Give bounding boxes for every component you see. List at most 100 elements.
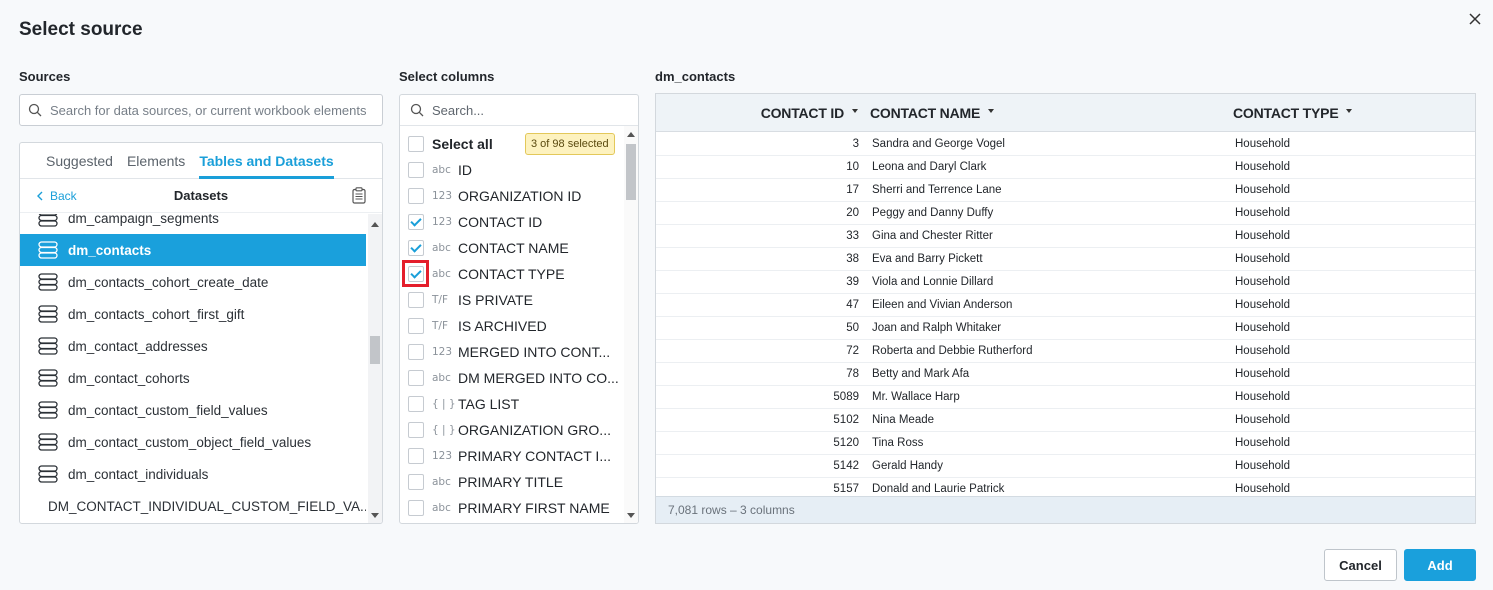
column-row[interactable]: abc DM MERGED INTO CO... [400,365,619,391]
contact-type-cell: Household [1235,391,1290,403]
highlight-box [402,260,429,287]
table-row: 78 Betty and Mark Afa Household [656,363,1475,386]
contact-name-cell: Mr. Wallace Harp [872,391,960,403]
cancel-button[interactable]: Cancel [1324,549,1397,581]
table-row: 47 Eileen and Vivian Anderson Household [656,294,1475,317]
column-row[interactable]: T/F IS ARCHIVED [400,313,547,339]
tab-elements[interactable]: Elements [127,143,185,179]
column-row[interactable]: T/F IS PRIVATE [400,287,533,313]
select-all-checkbox[interactable] [408,136,424,152]
scroll-thumb[interactable] [370,336,380,364]
select-all-row[interactable]: Select all [400,131,493,157]
scroll-down-icon[interactable] [371,513,379,518]
close-button[interactable] [1464,8,1486,30]
contact-id-cell: 78 [846,368,859,380]
column-row[interactable]: abc ID [400,157,472,183]
column-checkbox[interactable] [408,370,424,386]
dataset-label: dm_contact_cohorts [68,370,190,386]
scroll-down-icon[interactable] [627,513,635,518]
contact-id-cell: 5157 [833,483,859,495]
dataset-item[interactable]: dm_contact_individuals [20,458,366,490]
column-label: PRIMARY CONTACT I... [458,448,611,464]
dataset-item[interactable]: dm_contacts_cohort_first_gift [20,298,366,330]
preview-label: dm_contacts [655,69,736,84]
column-checkbox-checked[interactable] [408,214,424,230]
back-link[interactable]: Back [36,189,77,203]
tab-suggested[interactable]: Suggested [46,143,113,179]
array-type-icon: { | } [432,398,456,410]
caret-down-icon[interactable] [1346,109,1353,113]
contact-type-cell: Household [1235,184,1290,196]
dataset-item[interactable]: DM_CONTACT_INDIVIDUAL_CUSTOM_FIELD_VA... [20,490,366,522]
contact-type-cell: Household [1235,322,1290,334]
database-icon [38,273,58,291]
chevron-left-icon [37,191,43,200]
column-row[interactable]: 123 PRIMARY CONTACT I... [400,443,611,469]
scroll-up-icon[interactable] [371,222,379,227]
contact-type-cell: Household [1235,230,1290,242]
contact-type-cell: Household [1235,414,1290,426]
column-checkbox[interactable] [408,448,424,464]
column-checkbox[interactable] [408,500,424,516]
column-row[interactable]: { | } ORGANIZATION GRO... [400,417,611,443]
column-header[interactable]: CONTACT ID [761,105,858,121]
datasets-scrollbar[interactable] [368,214,382,523]
column-checkbox[interactable] [408,396,424,412]
dataset-item[interactable]: dm_contacts_cohort_create_date [20,266,366,298]
column-checkbox[interactable] [408,344,424,360]
column-row[interactable]: abc PRIMARY FIRST NAME [400,495,610,521]
column-label: IS ARCHIVED [458,318,547,334]
dataset-item[interactable]: dm_contact_custom_field_values [20,394,366,426]
sources-search-input[interactable] [50,102,370,118]
column-label: DM MERGED INTO CO... [458,370,619,386]
clipboard-button[interactable] [352,187,366,209]
table-row: 38 Eva and Barry Pickett Household [656,248,1475,271]
column-checkbox[interactable] [408,292,424,308]
dataset-item[interactable]: dm_contact_addresses [20,330,366,362]
tab-tables-and-datasets[interactable]: Tables and Datasets [199,143,334,179]
column-checkbox[interactable] [408,474,424,490]
columns-search-input[interactable] [432,102,622,118]
column-header[interactable]: CONTACT TYPE [1233,105,1353,121]
array-type-icon: { | } [432,424,456,436]
column-checkbox[interactable] [408,318,424,334]
dataset-item-selected[interactable]: dm_contacts [20,234,366,266]
column-row[interactable]: abc PRIMARY TITLE [400,469,563,495]
column-row[interactable]: { | } TAG LIST [400,391,519,417]
caret-down-icon[interactable] [988,109,995,113]
column-row[interactable]: 123 MERGED INTO CONT... [400,339,610,365]
contact-name-cell: Roberta and Debbie Rutherford [872,345,1033,357]
contact-id-cell: 38 [846,253,859,265]
column-checkbox[interactable] [408,422,424,438]
caret-down-icon[interactable] [852,109,858,113]
dataset-item[interactable]: dm_contact_cohorts [20,362,366,394]
scroll-thumb[interactable] [626,144,636,200]
contact-id-cell: 33 [846,230,859,242]
dataset-item[interactable]: dm_campaign_segments [20,214,366,234]
column-row[interactable]: abc CONTACT NAME [400,235,569,261]
text-type-icon: abc [432,268,451,280]
back-label: Back [50,188,77,203]
database-icon [38,337,58,355]
columns-search-box [400,95,638,126]
column-checkbox[interactable] [408,162,424,178]
contact-type-cell: Household [1235,207,1290,219]
column-checkbox-checked[interactable] [408,240,424,256]
column-header-label: CONTACT NAME [870,105,981,121]
table-row: 33 Gina and Chester Ritter Household [656,225,1475,248]
database-icon [38,305,58,323]
contact-type-cell: Household [1235,483,1290,495]
column-checkbox[interactable] [408,188,424,204]
dataset-item[interactable]: dm_contact_custom_object_field_values [20,426,366,458]
column-row[interactable]: 123 ORGANIZATION ID [400,183,581,209]
sources-panel: Suggested Elements Tables and Datasets B… [19,142,383,524]
column-row[interactable]: 123 CONTACT ID [400,209,542,235]
database-icon [38,433,58,451]
select-columns-label: Select columns [399,69,495,84]
dataset-label: dm_contact_custom_object_field_values [68,434,312,450]
add-button[interactable]: Add [1404,549,1476,581]
columns-scrollbar[interactable] [624,126,638,523]
contact-type-cell: Household [1235,460,1290,472]
column-header[interactable]: CONTACT NAME [870,105,995,121]
scroll-up-icon[interactable] [627,132,635,137]
